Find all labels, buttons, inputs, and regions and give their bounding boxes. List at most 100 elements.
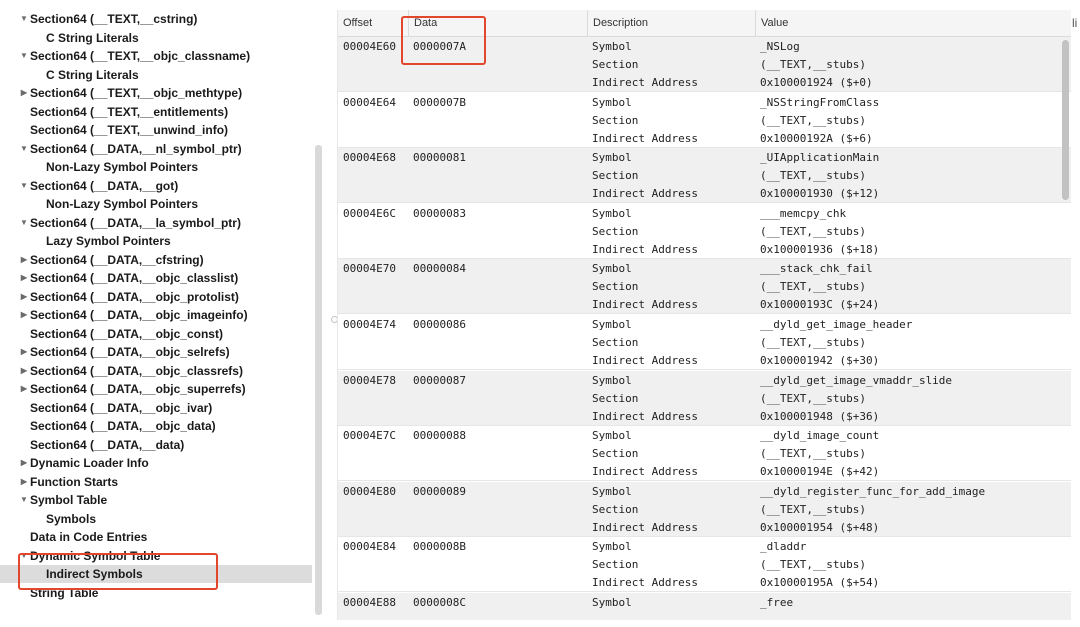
tree-item[interactable]: ▶ Section64 (__DATA,__objc_classrefs): [0, 362, 312, 380]
tree-item[interactable]: ▶ Section64 (__DATA,__objc_superrefs): [0, 380, 312, 398]
disclosure-collapsed-icon[interactable]: ▶: [18, 380, 30, 398]
table-row-group[interactable]: 00004E84 0000008B Symbol _dladdr Section (__T…: [338, 537, 1071, 593]
tree-item[interactable]: ▶ Section64 (__DATA,__objc_protolist): [0, 288, 312, 306]
tree-item[interactable]: C String Literals: [0, 29, 312, 47]
tree-item-label: Section64 (__TEXT,__cstring): [30, 12, 198, 26]
tree-item[interactable]: Section64 (__DATA,__objc_const): [0, 325, 312, 343]
column-header-value[interactable]: Value: [755, 10, 1071, 36]
tree-item-label: Non-Lazy Symbol Pointers: [46, 197, 199, 211]
table-row-group[interactable]: 00004E74 00000086 Symbol __dyld_get_image_h…: [338, 315, 1071, 370]
table-row[interactable]: 00004E88 0000008C Symbol _free: [338, 594, 1071, 612]
disclosure-expanded-icon[interactable]: ▼: [18, 177, 30, 195]
value-cell: (__TEXT,__stubs): [760, 502, 866, 516]
table-row[interactable]: Indirect Address 0x100001948 ($+36): [338, 408, 1071, 426]
table-row-group[interactable]: 00004E64 0000007B Symbol _NSStringFromClass…: [338, 93, 1071, 148]
column-header-label: Description: [593, 17, 649, 29]
disclosure-collapsed-icon[interactable]: ▶: [18, 251, 30, 269]
tree-item[interactable]: ▼ Section64 (__DATA,__nl_symbol_ptr): [0, 140, 312, 158]
disclosure-collapsed-icon[interactable]: ▶: [18, 269, 30, 287]
table-row[interactable]: Indirect Address 0x10000194E ($+42): [338, 463, 1071, 481]
disclosure-collapsed-icon[interactable]: ▶: [18, 306, 30, 324]
tree-item[interactable]: ▶ Section64 (__DATA,__cfstring): [0, 251, 312, 269]
tree-item[interactable]: Section64 (__DATA,__objc_ivar): [0, 399, 312, 417]
table-row[interactable]: Indirect Address 0x10000193C ($+24): [338, 296, 1071, 314]
disclosure-expanded-icon[interactable]: ▼: [18, 214, 30, 232]
tree-item[interactable]: Symbols: [0, 510, 312, 528]
description-cell: Symbol: [592, 484, 632, 498]
table-row[interactable]: 00004E78 00000087 Symbol __dyld_get_image_v…: [338, 372, 1071, 390]
tree-item[interactable]: ▶ Section64 (__TEXT,__objc_methtype): [0, 84, 312, 102]
disclosure-expanded-icon[interactable]: ▼: [18, 47, 30, 65]
table-row-group[interactable]: 00004E70 00000084 Symbol ___stack_chk_fail S…: [338, 259, 1071, 315]
tree-item[interactable]: C String Literals: [0, 66, 312, 84]
tree-item[interactable]: Section64 (__TEXT,__unwind_info): [0, 121, 312, 139]
table-row[interactable]: Section (__TEXT,__stubs): [338, 223, 1071, 241]
description-cell: Symbol: [592, 373, 632, 387]
tree-item[interactable]: Section64 (__TEXT,__entitlements): [0, 103, 312, 121]
disclosure-collapsed-icon[interactable]: ▶: [18, 362, 30, 380]
disclosure-collapsed-icon[interactable]: ▶: [18, 343, 30, 361]
table-row-group[interactable]: 00004E68 00000081 Symbol _UIApplicationMain…: [338, 148, 1071, 204]
table-row[interactable]: 00004E84 0000008B Symbol _dladdr: [338, 538, 1071, 556]
disclosure-collapsed-icon[interactable]: ▶: [18, 288, 30, 306]
tree-item[interactable]: ▼ Section64 (__DATA,__la_symbol_ptr): [0, 214, 312, 232]
tree-item[interactable]: ▼ Section64 (__DATA,__got): [0, 177, 312, 195]
disclosure-expanded-icon[interactable]: ▼: [18, 491, 30, 509]
table-row[interactable]: 00004E70 00000084 Symbol ___stack_chk_fail: [338, 260, 1071, 278]
table-row[interactable]: Section (__TEXT,__stubs): [338, 334, 1071, 352]
value-cell: (__TEXT,__stubs): [760, 224, 866, 238]
table-row[interactable]: Indirect Address 0x100001930 ($+12): [338, 185, 1071, 203]
table-row[interactable]: Section (__TEXT,__stubs): [338, 390, 1071, 408]
table-row-group[interactable]: 00004E6C 00000083 Symbol ___memcpy_chk Secti…: [338, 204, 1071, 259]
tree-item[interactable]: Data in Code Entries: [0, 528, 312, 546]
data-cell: 00000086: [413, 318, 466, 331]
column-header-offset[interactable]: Offset: [338, 10, 408, 36]
table-row-group[interactable]: 00004E78 00000087 Symbol __dyld_get_image_v…: [338, 370, 1071, 426]
table-row-group[interactable]: 00004E7C 00000088 Symbol __dyld_image_count…: [338, 426, 1071, 482]
outline-scrollbar[interactable]: [315, 145, 322, 615]
disclosure-collapsed-icon[interactable]: ▶: [18, 473, 30, 491]
table-row[interactable]: 00004E7C 00000088 Symbol __dyld_image_count: [338, 427, 1071, 445]
outline-view[interactable]: ▼ Section64 (__TEXT,__cstring) C String Li…: [0, 10, 318, 610]
table-row[interactable]: 00004E74 00000086 Symbol __dyld_get_image_h…: [338, 316, 1071, 334]
tree-item[interactable]: Non-Lazy Symbol Pointers: [0, 158, 312, 176]
table-row-group[interactable]: 00004E88 0000008C Symbol _free: [338, 593, 1071, 620]
tree-item[interactable]: Non-Lazy Symbol Pointers: [0, 195, 312, 213]
table-row[interactable]: Indirect Address 0x100001942 ($+30): [338, 352, 1071, 370]
table-row[interactable]: 00004E80 00000089 Symbol __dyld_register_fu…: [338, 483, 1071, 501]
disclosure-collapsed-icon[interactable]: ▶: [18, 454, 30, 472]
table-row[interactable]: 00004E64 0000007B Symbol _NSStringFromClass: [338, 94, 1071, 112]
table-row[interactable]: Section (__TEXT,__stubs): [338, 501, 1071, 519]
tree-item[interactable]: Section64 (__DATA,__objc_data): [0, 417, 312, 435]
table-row[interactable]: Section (__TEXT,__stubs): [338, 445, 1071, 463]
table-row-group[interactable]: 00004E80 00000089 Symbol __dyld_register_fu…: [338, 481, 1071, 537]
table-row[interactable]: Indirect Address 0x100001954 ($+48): [338, 519, 1071, 537]
disclosure-expanded-icon[interactable]: ▼: [18, 10, 30, 28]
disclosure-expanded-icon[interactable]: ▼: [18, 140, 30, 158]
value-cell: 0x10000193C ($+24): [760, 298, 880, 312]
disclosure-collapsed-icon[interactable]: ▶: [18, 84, 30, 102]
table-row[interactable]: Section (__TEXT,__stubs): [338, 167, 1071, 185]
tree-item[interactable]: ▶ Section64 (__DATA,__objc_imageinfo): [0, 306, 312, 324]
tree-item[interactable]: Lazy Symbol Pointers: [0, 232, 312, 250]
table-row[interactable]: 00004E6C 00000083 Symbol ___memcpy_chk: [338, 205, 1071, 223]
tree-item[interactable]: ▶ Section64 (__DATA,__objc_selrefs): [0, 343, 312, 361]
tree-item[interactable]: ▼ Section64 (__TEXT,__cstring): [0, 10, 312, 28]
tree-item[interactable]: ▶ Dynamic Loader Info: [0, 454, 312, 472]
table-row[interactable]: Indirect Address 0x10000195A ($+54): [338, 574, 1071, 592]
table-row[interactable]: Section (__TEXT,__stubs): [338, 112, 1071, 130]
tree-item[interactable]: Section64 (__DATA,__data): [0, 436, 312, 454]
column-header-description[interactable]: Description: [587, 10, 755, 36]
table-scrollbar[interactable]: [1062, 40, 1069, 200]
table-row[interactable]: Indirect Address 0x10000192A ($+6): [338, 130, 1071, 148]
tree-item[interactable]: ▼ Section64 (__TEXT,__objc_classname): [0, 47, 312, 65]
tree-item[interactable]: ▼ Symbol Table: [0, 491, 312, 509]
table-row[interactable]: Indirect Address 0x100001924 ($+0): [338, 74, 1071, 92]
tree-item[interactable]: ▶ Section64 (__DATA,__objc_classlist): [0, 269, 312, 287]
table-row[interactable]: Section (__TEXT,__stubs): [338, 556, 1071, 574]
tree-item[interactable]: ▶ Function Starts: [0, 473, 312, 491]
table-row[interactable]: 00004E68 00000081 Symbol _UIApplicationMain: [338, 149, 1071, 167]
table-row[interactable]: Section (__TEXT,__stubs): [338, 278, 1071, 296]
value-cell: __dyld_image_count: [760, 429, 880, 443]
table-row[interactable]: Indirect Address 0x100001936 ($+18): [338, 241, 1071, 259]
